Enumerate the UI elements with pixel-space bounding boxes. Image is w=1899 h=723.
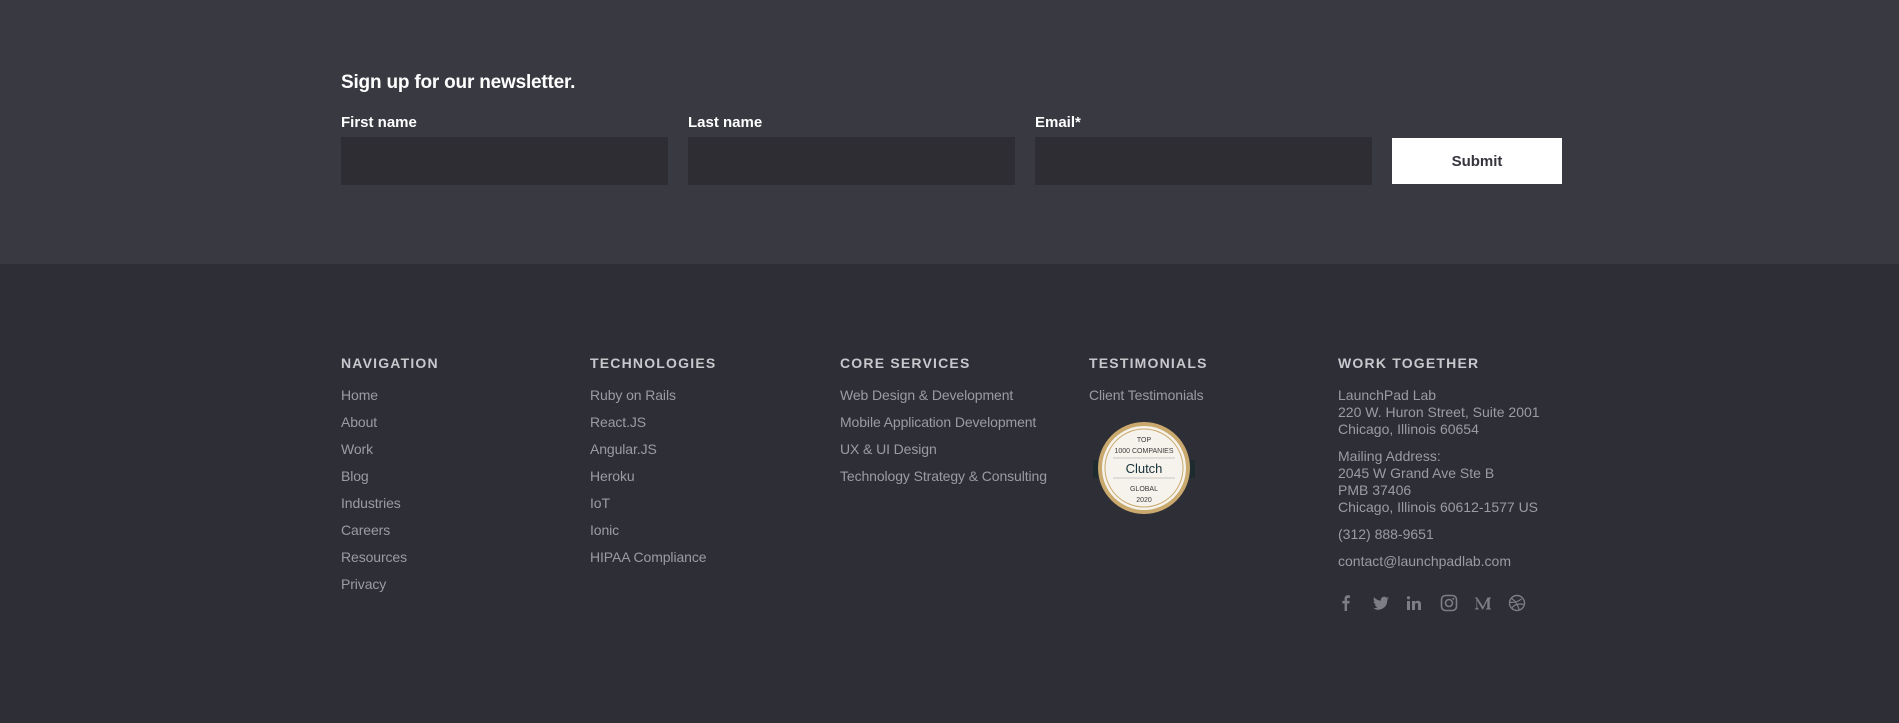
mailing-street: 2045 W Grand Ave Ste B bbox=[1338, 465, 1495, 481]
medium-icon[interactable] bbox=[1474, 594, 1508, 614]
submit-button[interactable]: Submit bbox=[1392, 138, 1562, 184]
technologies-list: Ruby on Rails React.JS Angular.JS Heroku… bbox=[590, 387, 716, 576]
nav-link-about[interactable]: About bbox=[341, 414, 377, 430]
badge-year-text: 2020 bbox=[1136, 497, 1152, 504]
list-item: Industries bbox=[341, 495, 439, 522]
list-item: Angular.JS bbox=[590, 441, 716, 468]
clutch-badge-icon: TOP 1000 COMPANIES Clutch GLOBAL 2020 bbox=[1093, 422, 1195, 514]
list-item: Home bbox=[341, 387, 439, 414]
tech-link-heroku[interactable]: Heroku bbox=[590, 468, 635, 484]
work-together-column: WORK TOGETHER LaunchPad Lab 220 W. Huron… bbox=[1338, 354, 1540, 580]
linkedin-icon[interactable] bbox=[1406, 594, 1440, 614]
nav-link-work[interactable]: Work bbox=[341, 441, 373, 457]
list-item: Ionic bbox=[590, 522, 716, 549]
mailing-address: Mailing Address: 2045 W Grand Ave Ste B … bbox=[1338, 448, 1540, 516]
badge-brand-text: Clutch bbox=[1126, 461, 1163, 476]
newsletter-section: Sign up for our newsletter. First name L… bbox=[0, 0, 1899, 264]
service-link-web-design[interactable]: Web Design & Development bbox=[840, 387, 1013, 403]
office-address: LaunchPad Lab 220 W. Huron Street, Suite… bbox=[1338, 387, 1540, 438]
tech-link-iot[interactable]: IoT bbox=[590, 495, 610, 511]
instagram-icon[interactable] bbox=[1440, 594, 1474, 614]
nav-link-industries[interactable]: Industries bbox=[341, 495, 401, 511]
social-icons bbox=[1338, 594, 1542, 614]
last-name-label: Last name bbox=[688, 114, 763, 131]
facebook-icon[interactable] bbox=[1338, 594, 1372, 614]
navigation-column: NAVIGATION Home About Work Blog Industri… bbox=[341, 354, 439, 603]
tech-link-ionic[interactable]: Ionic bbox=[590, 522, 619, 538]
technologies-heading: TECHNOLOGIES bbox=[590, 355, 717, 371]
service-link-tech-strategy[interactable]: Technology Strategy & Consulting bbox=[840, 468, 1047, 484]
list-item: React.JS bbox=[590, 414, 716, 441]
email-label: Email* bbox=[1035, 114, 1081, 131]
phone-link[interactable]: (312) 888-9651 bbox=[1338, 526, 1540, 543]
first-name-label: First name bbox=[341, 114, 417, 131]
twitter-icon[interactable] bbox=[1372, 594, 1406, 614]
list-item: About bbox=[341, 414, 439, 441]
mailing-pmb: PMB 37406 bbox=[1338, 482, 1412, 498]
list-item: Work bbox=[341, 441, 439, 468]
list-item: Privacy bbox=[341, 576, 439, 603]
tech-link-ruby-on-rails[interactable]: Ruby on Rails bbox=[590, 387, 676, 403]
core-services-column: CORE SERVICES Web Design & Development M… bbox=[840, 354, 1047, 495]
service-link-ux-ui[interactable]: UX & UI Design bbox=[840, 441, 937, 457]
mailing-city: Chicago, Illinois 60612-1577 US bbox=[1338, 499, 1539, 515]
nav-link-blog[interactable]: Blog bbox=[341, 468, 369, 484]
clutch-badge[interactable]: TOP 1000 COMPANIES Clutch GLOBAL 2020 bbox=[1093, 420, 1195, 516]
list-item: Mobile Application Development bbox=[840, 414, 1047, 441]
badge-global-text: GLOBAL bbox=[1130, 486, 1158, 493]
tech-link-angular[interactable]: Angular.JS bbox=[590, 441, 657, 457]
core-services-list: Web Design & Development Mobile Applicat… bbox=[840, 387, 1047, 495]
tech-link-hipaa[interactable]: HIPAA Compliance bbox=[590, 549, 707, 565]
testimonials-column: TESTIMONIALS Client Testimonials bbox=[1089, 354, 1208, 414]
list-item: Resources bbox=[341, 549, 439, 576]
technologies-column: TECHNOLOGIES Ruby on Rails React.JS Angu… bbox=[590, 354, 716, 576]
newsletter-title: Sign up for our newsletter. bbox=[341, 72, 576, 93]
nav-link-home[interactable]: Home bbox=[341, 387, 378, 403]
service-link-mobile-app[interactable]: Mobile Application Development bbox=[840, 414, 1036, 430]
site-footer: NAVIGATION Home About Work Blog Industri… bbox=[0, 264, 1899, 723]
badge-top-text: TOP bbox=[1137, 437, 1152, 444]
testimonials-heading: TESTIMONIALS bbox=[1089, 355, 1208, 371]
navigation-heading: NAVIGATION bbox=[341, 355, 439, 371]
office-street: 220 W. Huron Street, Suite 2001 bbox=[1338, 404, 1540, 420]
list-item: Technology Strategy & Consulting bbox=[840, 468, 1047, 495]
phone-block: (312) 888-9651 bbox=[1338, 526, 1540, 543]
navigation-list: Home About Work Blog Industries Careers … bbox=[341, 387, 439, 603]
dribbble-icon[interactable] bbox=[1508, 594, 1542, 614]
list-item: Web Design & Development bbox=[840, 387, 1047, 414]
office-city: Chicago, Illinois 60654 bbox=[1338, 421, 1479, 437]
client-testimonials-link[interactable]: Client Testimonials bbox=[1089, 387, 1204, 403]
list-item: Careers bbox=[341, 522, 439, 549]
list-item: Blog bbox=[341, 468, 439, 495]
last-name-input[interactable] bbox=[688, 137, 1015, 185]
nav-link-resources[interactable]: Resources bbox=[341, 549, 407, 565]
email-input[interactable] bbox=[1035, 137, 1372, 185]
list-item: HIPAA Compliance bbox=[590, 549, 716, 576]
list-item: Heroku bbox=[590, 468, 716, 495]
company-name: LaunchPad Lab bbox=[1338, 387, 1437, 403]
list-item: Client Testimonials bbox=[1089, 387, 1208, 414]
first-name-input[interactable] bbox=[341, 137, 668, 185]
list-item: Ruby on Rails bbox=[590, 387, 716, 414]
list-item: UX & UI Design bbox=[840, 441, 1047, 468]
badge-companies-text: 1000 COMPANIES bbox=[1114, 448, 1173, 455]
mailing-label: Mailing Address: bbox=[1338, 448, 1441, 464]
email-block: contact@launchpadlab.com bbox=[1338, 553, 1540, 570]
testimonials-list: Client Testimonials bbox=[1089, 387, 1208, 414]
list-item: IoT bbox=[590, 495, 716, 522]
contact-info: LaunchPad Lab 220 W. Huron Street, Suite… bbox=[1338, 387, 1540, 570]
tech-link-react[interactable]: React.JS bbox=[590, 414, 646, 430]
core-services-heading: CORE SERVICES bbox=[840, 355, 971, 371]
work-together-heading: WORK TOGETHER bbox=[1338, 355, 1480, 371]
nav-link-careers[interactable]: Careers bbox=[341, 522, 390, 538]
email-link[interactable]: contact@launchpadlab.com bbox=[1338, 553, 1540, 570]
nav-link-privacy[interactable]: Privacy bbox=[341, 576, 386, 592]
